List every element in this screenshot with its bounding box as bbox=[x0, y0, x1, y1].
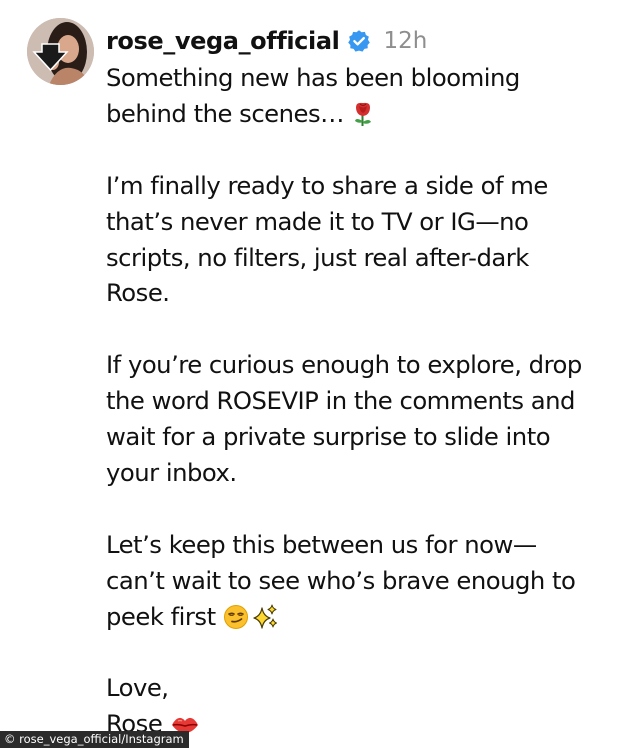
post-timestamp: 12h bbox=[383, 28, 428, 54]
post-caption: Something new has been blooming behind t… bbox=[106, 60, 621, 742]
rose-emoji-icon bbox=[351, 101, 375, 127]
caption-paragraph-4: Let’s keep this between us for now— can’… bbox=[106, 527, 621, 635]
avatar[interactable] bbox=[27, 18, 94, 85]
username-link[interactable]: rose_vega_official bbox=[106, 27, 340, 55]
instagram-post: rose_vega_official 12h Something new has… bbox=[0, 0, 634, 748]
caption-text: Something new has been blooming behind t… bbox=[106, 63, 520, 128]
sparkles-emoji-icon bbox=[251, 604, 279, 630]
verified-badge-icon bbox=[347, 29, 371, 53]
photo-credit: © rose_vega_official/Instagram bbox=[0, 731, 189, 748]
smirk-emoji-icon bbox=[223, 604, 249, 630]
post-header: rose_vega_official 12h bbox=[106, 24, 427, 58]
profile-photo-icon bbox=[27, 18, 94, 85]
caption-paragraph-1: Something new has been blooming behind t… bbox=[106, 60, 621, 132]
caption-text: Let’s keep this between us for now— can’… bbox=[106, 529, 576, 631]
caption-paragraph-2: I’m finally ready to share a side of me … bbox=[106, 170, 548, 308]
caption-paragraph-3: If you’re curious enough to explore, dro… bbox=[106, 350, 582, 487]
signoff-love: Love, bbox=[106, 673, 169, 703]
